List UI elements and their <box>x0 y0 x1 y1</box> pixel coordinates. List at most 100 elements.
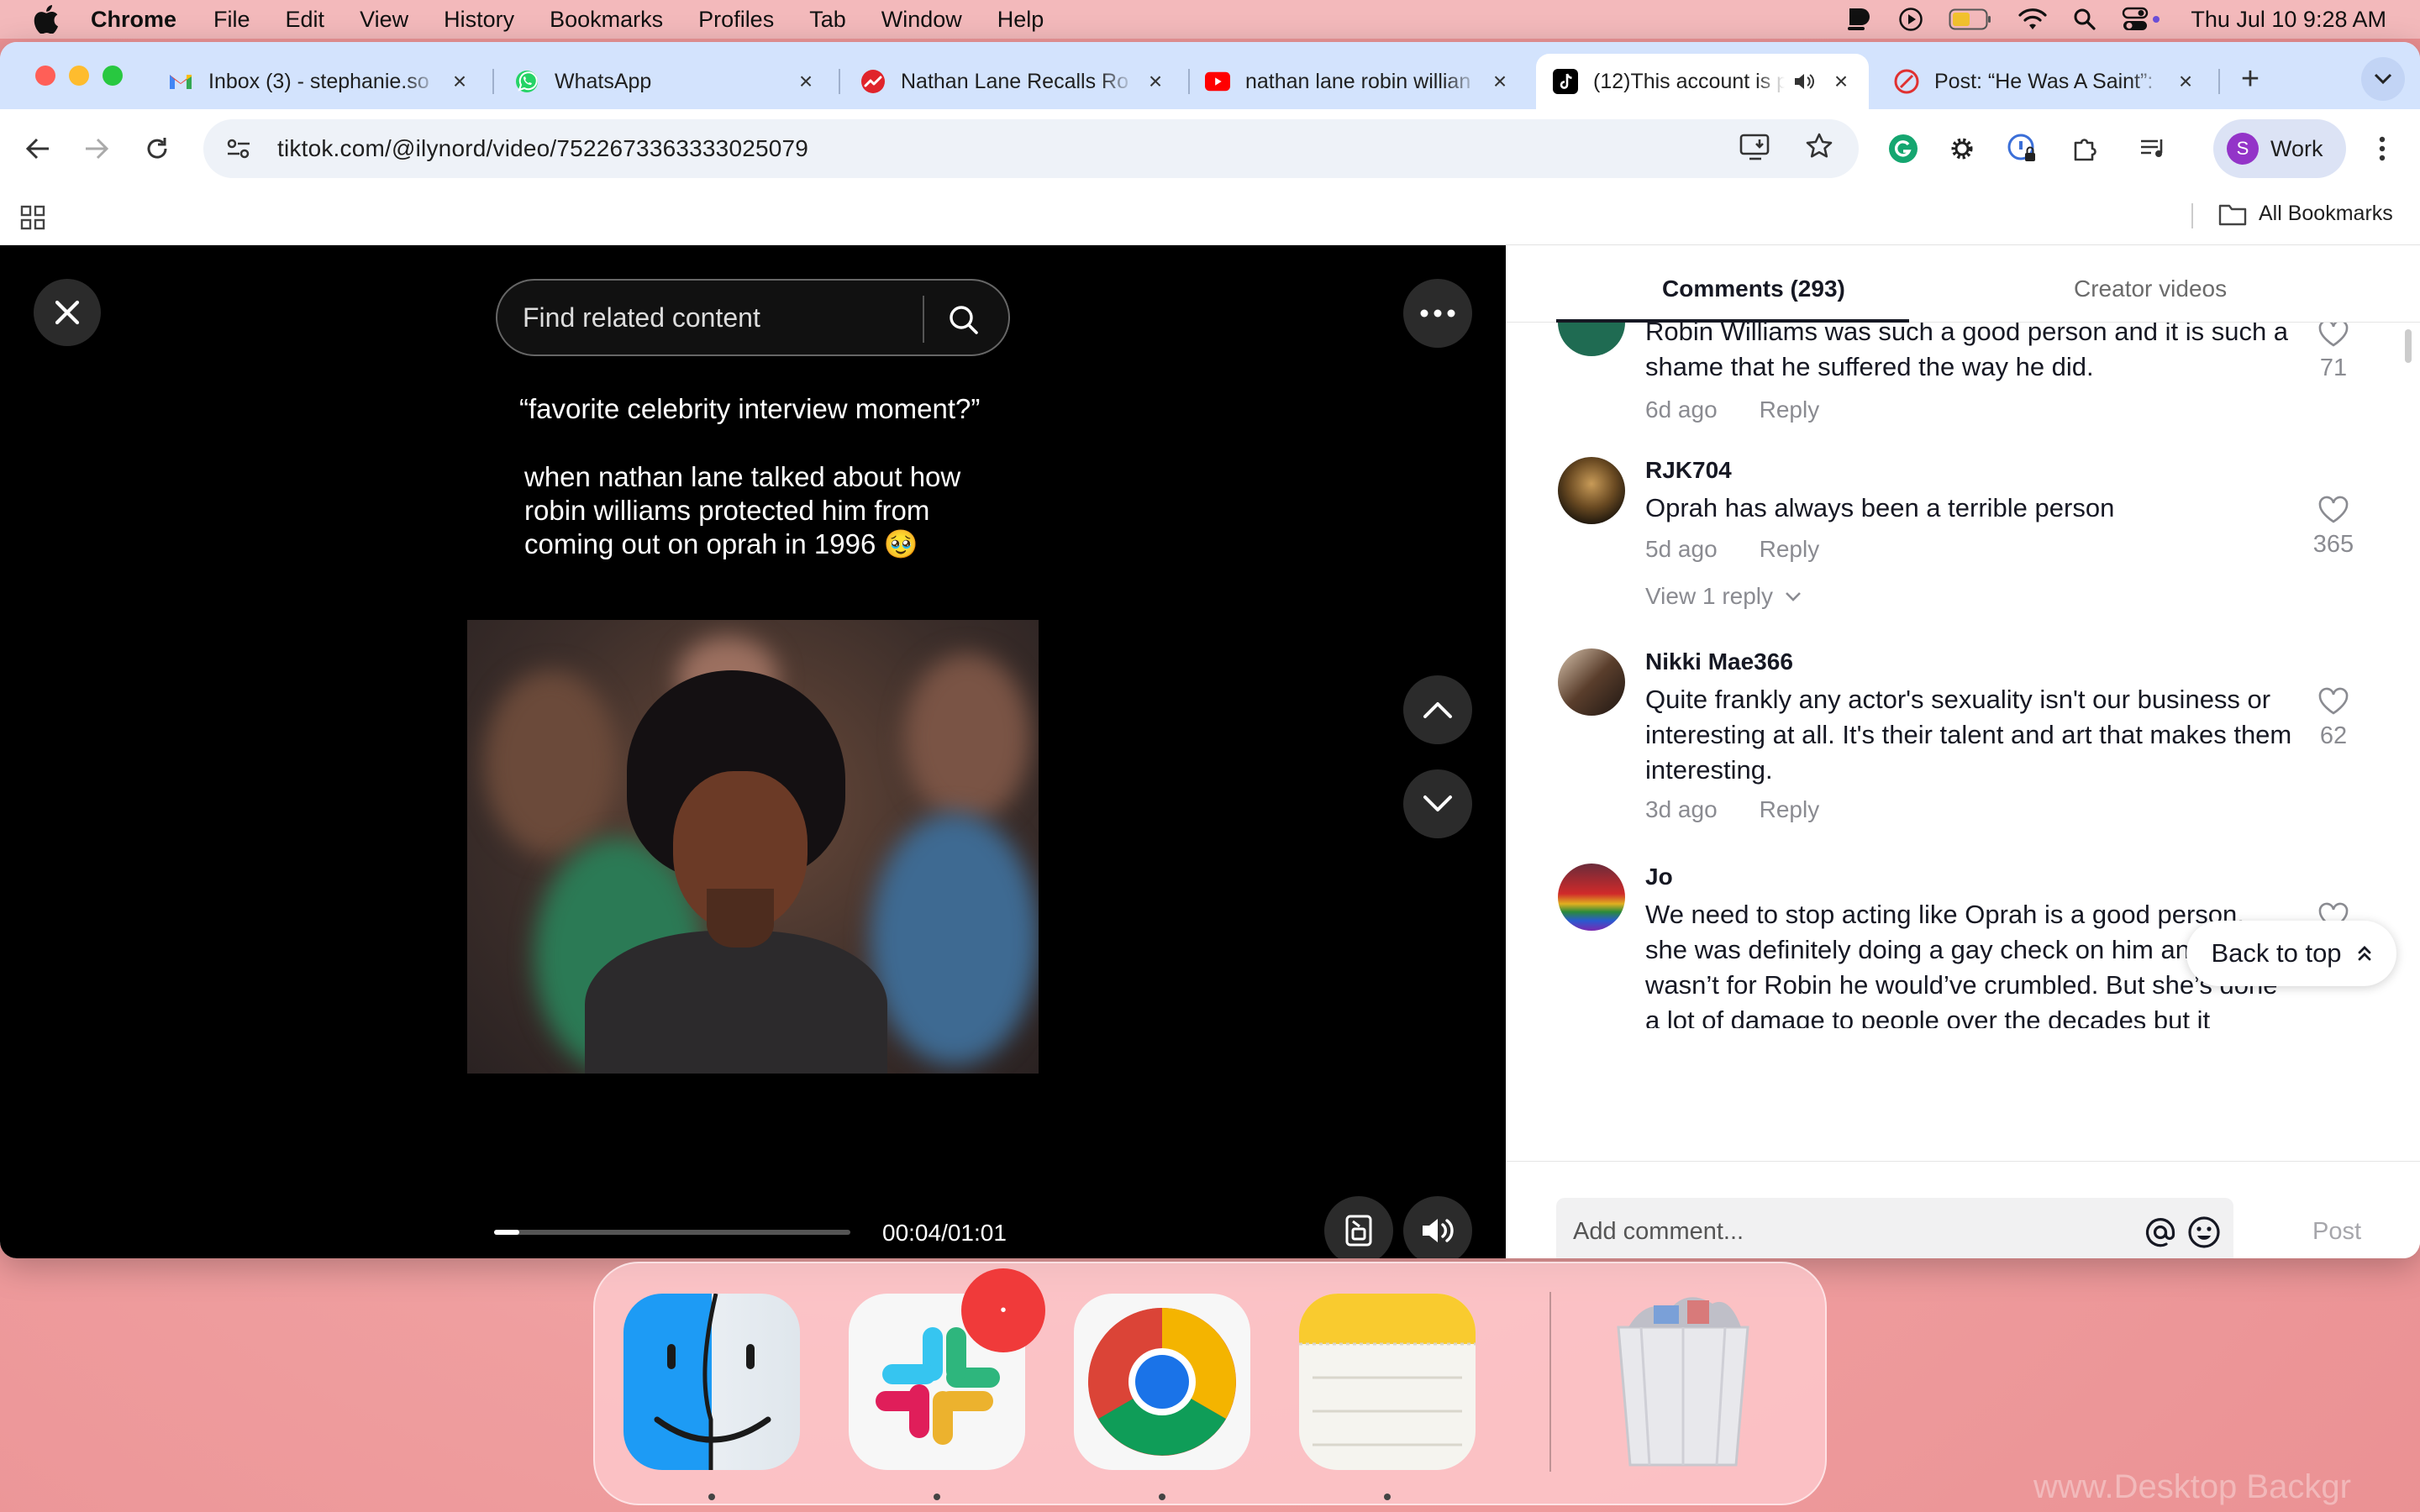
video-figure <box>707 889 774 948</box>
close-tab-icon[interactable]: × <box>1487 68 1512 94</box>
dnd-icon[interactable] <box>1844 7 1873 32</box>
tab-youtube[interactable]: nathan lane robin willian × <box>1188 54 1528 109</box>
comment-username[interactable]: Nikki Mae366 <box>1645 648 1793 675</box>
heart-icon <box>2318 496 2349 523</box>
comment-age: 5d ago <box>1645 536 1718 562</box>
avatar[interactable] <box>1558 457 1625 524</box>
tab-tiktok[interactable]: (12)This account is p × <box>1536 54 1869 109</box>
volume-button[interactable] <box>1403 1196 1472 1258</box>
video-caption-question: “favorite celebrity interview moment?” <box>519 393 981 424</box>
reply-button[interactable]: Reply <box>1760 536 1820 563</box>
next-video-button[interactable] <box>1403 769 1472 838</box>
menu-app-name[interactable]: Chrome <box>91 7 176 33</box>
comment-username[interactable]: RJK704 <box>1645 457 1732 484</box>
window-controls <box>35 66 123 86</box>
add-comment-input[interactable]: Add comment... <box>1556 1198 2233 1258</box>
post-comment-button[interactable]: Post <box>2312 1218 2361 1246</box>
dock-notes-icon[interactable] <box>1299 1294 1476 1470</box>
reply-button[interactable]: Reply <box>1760 796 1820 823</box>
dock-running-indicator <box>934 1494 940 1500</box>
wifi-icon[interactable] <box>2018 7 2048 32</box>
floating-player-button[interactable] <box>1324 1196 1393 1258</box>
tab-nathan-lane-recalls[interactable]: Nathan Lane Recalls Ro × <box>844 54 1183 109</box>
close-tab-icon[interactable]: × <box>447 68 472 94</box>
speaker-icon[interactable] <box>1791 69 1817 94</box>
close-tab-icon[interactable]: × <box>793 68 818 94</box>
tab-post[interactable]: Post: “He Was A Saint”: × <box>1877 54 2213 109</box>
avatar[interactable] <box>1558 864 1625 931</box>
new-tab-button[interactable]: + <box>2233 61 2267 97</box>
comments-panel: Comments (293) Creator videos Robin Will… <box>1506 245 2420 1258</box>
apps-grid-icon[interactable] <box>20 205 45 230</box>
reload-button[interactable] <box>136 128 178 170</box>
install-app-icon[interactable] <box>1739 132 1771 162</box>
emoji-icon[interactable] <box>2185 1213 2223 1252</box>
menu-file[interactable]: File <box>213 7 250 33</box>
bookmark-star-icon[interactable] <box>1805 132 1833 162</box>
menu-help[interactable]: Help <box>997 7 1044 33</box>
video-progress-bar[interactable] <box>494 1230 850 1235</box>
menu-profiles[interactable]: Profiles <box>698 7 774 33</box>
tab-gmail[interactable]: Inbox (3) - stephanie.so × <box>151 54 487 109</box>
back-button[interactable] <box>17 128 59 170</box>
extensions-puzzle-icon[interactable] <box>2064 128 2106 170</box>
all-bookmarks-button[interactable]: All Bookmarks <box>2218 202 2393 226</box>
close-video-button[interactable] <box>34 279 101 346</box>
previous-video-button[interactable] <box>1403 675 1472 744</box>
menu-bookmarks[interactable]: Bookmarks <box>550 7 663 33</box>
menu-edit[interactable]: Edit <box>286 7 325 33</box>
menu-view[interactable]: View <box>360 7 408 33</box>
menu-tab[interactable]: Tab <box>809 7 846 33</box>
avatar[interactable] <box>1558 323 1625 356</box>
dock-trash-icon[interactable] <box>1595 1294 1771 1470</box>
like-button[interactable]: 365 <box>2304 496 2363 559</box>
dock-chrome-icon[interactable] <box>1074 1294 1250 1470</box>
like-button[interactable]: 71 <box>2304 323 2363 382</box>
menubar-clock[interactable]: Thu Jul 10 9:28 AM <box>2191 7 2386 33</box>
tab-search-button[interactable] <box>2361 57 2405 101</box>
chrome-menu-button[interactable] <box>2361 128 2403 170</box>
apple-logo-icon[interactable] <box>34 5 59 34</box>
all-bookmarks-label: All Bookmarks <box>2259 202 2393 225</box>
site-settings-icon[interactable] <box>222 132 255 165</box>
battery-icon[interactable] <box>1949 7 1992 32</box>
close-tab-icon[interactable]: × <box>1828 68 1854 94</box>
view-replies-button[interactable]: View 1 reply <box>1645 583 1802 610</box>
password-manager-icon[interactable] <box>2002 128 2044 170</box>
media-controls-icon[interactable] <box>2133 128 2175 170</box>
spotlight-icon[interactable] <box>2073 7 2096 32</box>
minimize-window-button[interactable] <box>69 66 89 86</box>
tab-title: Inbox (3) - stephanie.so <box>208 69 429 93</box>
address-bar[interactable]: tiktok.com/@ilynord/video/75226733633330… <box>203 119 1859 178</box>
extension-gear-icon[interactable] <box>1941 128 1983 170</box>
forward-button[interactable] <box>76 128 118 170</box>
grammarly-icon[interactable] <box>1882 128 1924 170</box>
find-related-search[interactable]: Find related content <box>496 279 1010 356</box>
comment-text: Robin Williams was such a good person an… <box>1645 323 2289 381</box>
comment-username[interactable]: Jo <box>1645 864 1673 890</box>
menu-window[interactable]: Window <box>881 7 962 33</box>
control-center-icon[interactable] <box>2122 7 2162 32</box>
menu-history[interactable]: History <box>444 7 514 33</box>
profile-button[interactable]: S Work <box>2213 119 2346 178</box>
youtube-icon <box>1205 69 1230 94</box>
avatar[interactable] <box>1558 648 1625 716</box>
close-window-button[interactable] <box>35 66 55 86</box>
tab-comments[interactable]: Comments (293) <box>1662 276 1845 302</box>
tab-creator-videos[interactable]: Creator videos <box>2074 276 2227 302</box>
dock-finder-icon[interactable] <box>623 1294 800 1470</box>
tab-whatsapp[interactable]: WhatsApp × <box>497 54 834 109</box>
tab-title: Nathan Lane Recalls Ro <box>901 69 1128 93</box>
like-button[interactable]: 62 <box>2304 687 2363 750</box>
zoom-window-button[interactable] <box>103 66 123 86</box>
mention-icon[interactable] <box>2141 1213 2180 1252</box>
reply-button[interactable]: Reply <box>1760 396 1820 423</box>
search-icon[interactable] <box>943 299 985 341</box>
close-tab-icon[interactable]: × <box>2173 68 2198 94</box>
back-to-top-button[interactable]: Back to top <box>2186 921 2396 986</box>
close-tab-icon[interactable]: × <box>1143 68 1168 94</box>
more-options-button[interactable] <box>1403 279 1472 348</box>
play-icon[interactable] <box>1898 7 1923 32</box>
video-frame[interactable] <box>467 620 1039 1074</box>
video-player[interactable]: Find related content “favorite celebrity… <box>0 245 1506 1258</box>
